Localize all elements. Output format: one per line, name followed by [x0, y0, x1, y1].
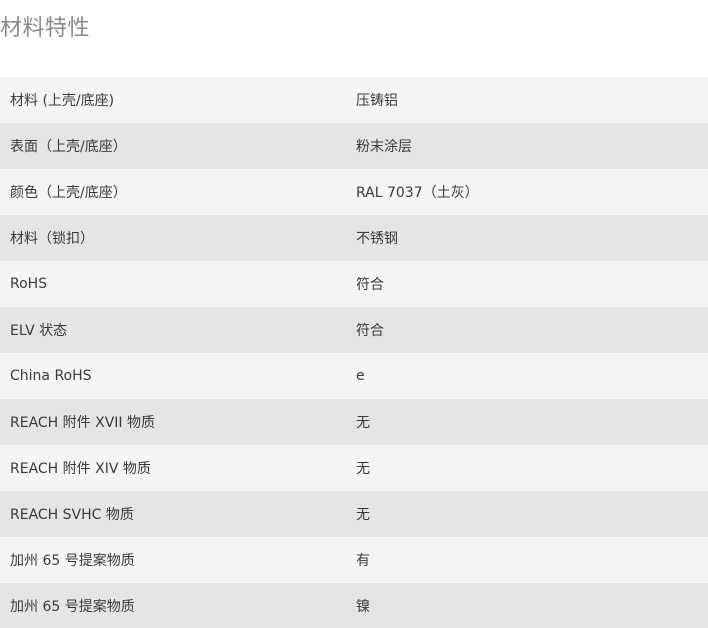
row-label: REACH SVHC 物质: [10, 507, 134, 523]
row-value: RAL 7037（土灰）: [356, 185, 479, 201]
row-value: 符合: [356, 323, 384, 339]
row-value: 压铸铝: [356, 93, 398, 109]
row-label: 材料（锁扣）: [10, 231, 94, 247]
section-title: 材料特性: [0, 16, 91, 41]
table-row: 颜色（上壳/底座） RAL 7037（土灰）: [0, 169, 708, 215]
row-label: ELV 状态: [10, 323, 68, 339]
row-value: 无: [356, 507, 370, 523]
table-row: REACH SVHC 物质 无: [0, 491, 708, 537]
table-row: REACH 附件 XIV 物质 无: [0, 445, 708, 491]
row-value: 有: [356, 553, 370, 569]
table-row: 加州 65 号提案物质 有: [0, 537, 708, 583]
row-label: 加州 65 号提案物质: [10, 553, 135, 569]
table-row: 表面（上壳/底座） 粉末涂层: [0, 123, 708, 169]
table-row: RoHS 符合: [0, 261, 708, 307]
table-row: REACH 附件 XVII 物质 无: [0, 399, 708, 445]
table-row: China RoHS e: [0, 353, 708, 399]
row-value: e: [356, 368, 365, 384]
row-label: 加州 65 号提案物质: [10, 599, 135, 615]
row-label: 颜色（上壳/底座）: [10, 185, 127, 201]
row-label: REACH 附件 XVII 物质: [10, 415, 155, 431]
row-value: 不锈钢: [356, 231, 398, 247]
row-value: 符合: [356, 277, 384, 293]
row-label: REACH 附件 XIV 物质: [10, 461, 151, 477]
table-row: 材料 (上壳/底座) 压铸铝: [0, 77, 708, 123]
row-value: 镍: [356, 599, 370, 615]
material-properties-table: 材料 (上壳/底座) 压铸铝 表面（上壳/底座） 粉末涂层 颜色（上壳/底座） …: [0, 77, 708, 628]
table-row: 材料（锁扣） 不锈钢: [0, 215, 708, 261]
row-value: 无: [356, 415, 370, 431]
row-value: 粉末涂层: [356, 139, 412, 155]
table-row: ELV 状态 符合: [0, 307, 708, 353]
material-properties-page: 材料特性 材料 (上壳/底座) 压铸铝 表面（上壳/底座） 粉末涂层 颜色（上壳…: [0, 0, 708, 628]
row-label: China RoHS: [10, 368, 92, 384]
table-row: 加州 65 号提案物质 镍: [0, 583, 708, 628]
row-label: 表面（上壳/底座）: [10, 139, 127, 155]
row-label: 材料 (上壳/底座): [10, 93, 115, 109]
row-value: 无: [356, 461, 370, 477]
row-label: RoHS: [10, 276, 48, 292]
